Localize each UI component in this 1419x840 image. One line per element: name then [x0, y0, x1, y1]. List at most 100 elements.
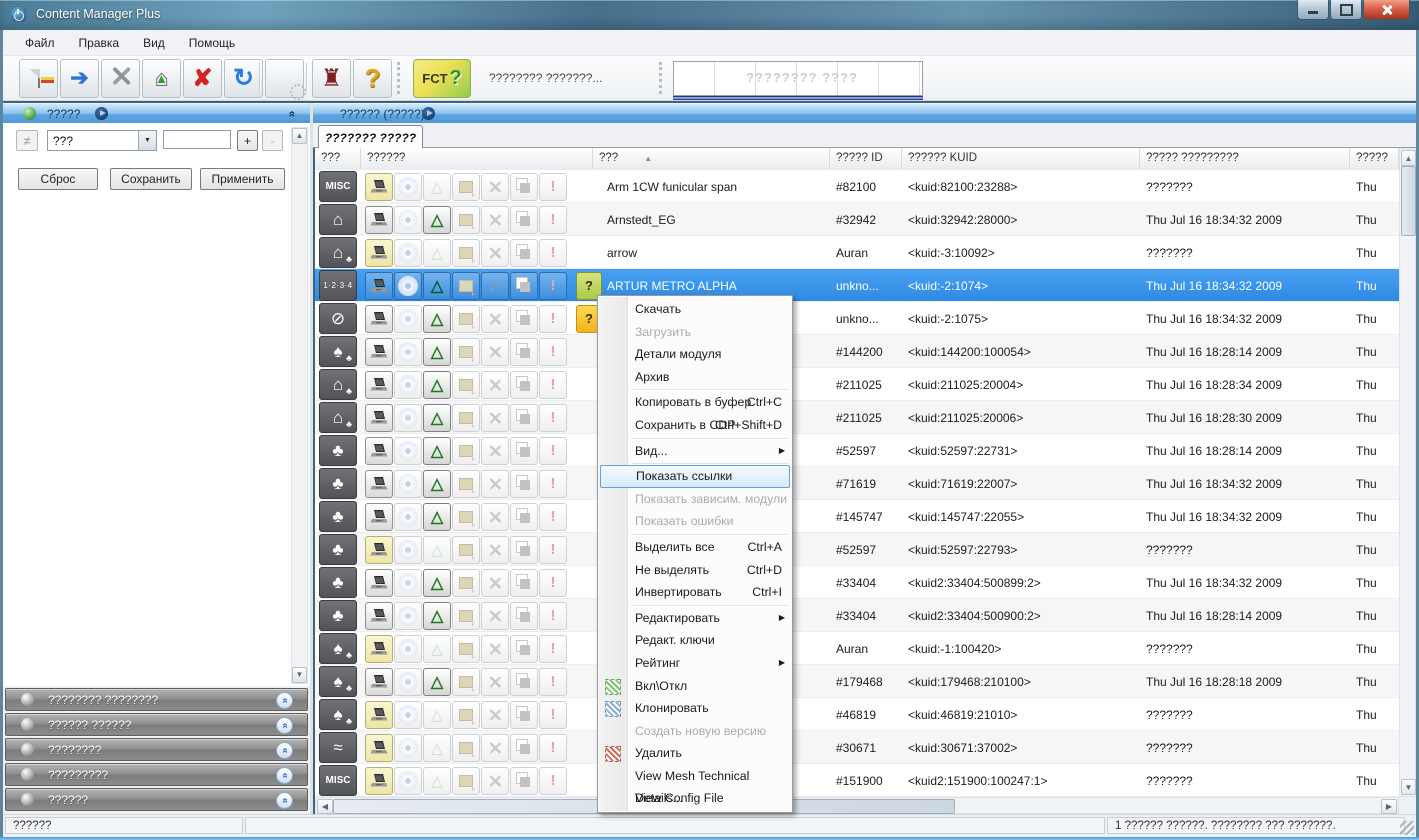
commit-button[interactable]: ➔: [60, 59, 99, 98]
column-header-0[interactable]: ???: [315, 148, 361, 169]
menubar-item-0[interactable]: Файл: [13, 32, 67, 54]
collapsed-panel-0[interactable]: ???????? ????????«: [5, 688, 308, 711]
menubar-item-2[interactable]: Вид: [131, 32, 177, 54]
filter-collapse-chevron-icon[interactable]: «: [286, 111, 300, 118]
context-menu-item-0[interactable]: Скачать: [598, 298, 792, 321]
context-menu-item-15[interactable]: Не выделятьCtrl+D: [598, 559, 792, 582]
horizontal-scrollbar[interactable]: ◀ ▶: [315, 797, 1399, 814]
table-row[interactable]: MISC△↓!Arm 1CW funicular span#82100<kuid…: [315, 170, 1399, 203]
vertical-scroll-thumb[interactable]: [1401, 166, 1416, 236]
table-row[interactable]: ♣△↓!#71619<kuid:71619:22007>Thu Jul 16 1…: [315, 467, 1399, 500]
filter-apply-button[interactable]: Применить: [200, 168, 285, 190]
menubar-item-1[interactable]: Правка: [67, 32, 132, 54]
collapsed-panel-4[interactable]: ??????«: [5, 788, 308, 811]
new-document-button[interactable]: [19, 59, 58, 98]
table-row[interactable]: ♠♣△↓!#179468<kuid:179468:210100>Thu Jul …: [315, 665, 1399, 698]
collapsed-panel-2[interactable]: ????????«: [5, 738, 308, 761]
column-header-4[interactable]: ?????? KUID: [902, 148, 1140, 169]
title-bar[interactable]: Content Manager Plus: [0, 0, 1419, 30]
table-row[interactable]: ⊘△↓!?unkno...<kuid:-2:1075>Thu Jul 16 18…: [315, 302, 1399, 335]
collapsed-panel-3[interactable]: ?????????«: [5, 763, 308, 786]
filter-value-input[interactable]: [163, 130, 231, 149]
table-row[interactable]: ⌂♣△↓!#211025<kuid:211025:20004>Thu Jul 1…: [315, 368, 1399, 401]
vertical-scrollbar[interactable]: ▲ ▼: [1399, 148, 1416, 797]
context-menu-item-20[interactable]: Рейтинг▶: [598, 652, 792, 675]
minimize-button[interactable]: [1297, 0, 1329, 20]
expand-chevron-button[interactable]: «: [276, 717, 293, 734]
scroll-down-icon[interactable]: ▼: [1401, 779, 1416, 795]
table-row[interactable]: ♣△↓!#52597<kuid:52597:22731>Thu Jul 16 1…: [315, 434, 1399, 467]
filter-panel-header[interactable]: ????? «: [3, 103, 310, 125]
menubar-item-3[interactable]: Помощь: [177, 32, 247, 54]
scroll-right-icon[interactable]: ▶: [1381, 799, 1397, 814]
context-menu-item-14[interactable]: Выделить всеCtrl+A: [598, 536, 792, 559]
context-menu-item-3[interactable]: Архив: [598, 366, 792, 389]
scroll-down-icon[interactable]: ▼: [292, 667, 307, 683]
refresh-button[interactable]: ↻: [224, 59, 263, 98]
filter-remove-button[interactable]: -: [262, 130, 283, 151]
context-menu-item-16[interactable]: ИнвертироватьCtrl+I: [598, 581, 792, 604]
railway-station-button[interactable]: ♜: [312, 59, 351, 98]
column-header-2[interactable]: ???▲: [593, 148, 830, 169]
context-menu-item-8[interactable]: Вид...▶: [598, 440, 792, 463]
context-menu-item-26[interactable]: View Config File: [598, 787, 792, 810]
install-content-button[interactable]: ⌂▲: [142, 59, 181, 98]
expand-chevron-button[interactable]: «: [276, 742, 293, 759]
table-row[interactable]: ⌂♣△↓!#211025<kuid:211025:20006>Thu Jul 1…: [315, 401, 1399, 434]
content-play-icon[interactable]: [422, 107, 435, 120]
scroll-up-icon[interactable]: ▲: [1401, 150, 1416, 166]
table-row[interactable]: ♣△↓!#145747<kuid:145747:22055>Thu Jul 16…: [315, 500, 1399, 533]
table-row[interactable]: ♠♣△↓!#46819<kuid:46819:21010>???????Thu: [315, 698, 1399, 731]
filter-not-button[interactable]: ≠: [16, 130, 38, 151]
maximize-button[interactable]: [1330, 0, 1362, 20]
toolbar-drag-handle[interactable]: [397, 62, 403, 94]
close-button[interactable]: [1363, 0, 1410, 20]
tab-search-results[interactable]: ??????? ?????: [318, 125, 423, 149]
context-menu-item-22[interactable]: Клонировать: [598, 697, 792, 720]
content-panel-header[interactable]: ?????? (?????): [313, 103, 1416, 125]
context-menu-item-6[interactable]: Сохранить в CDPCtrl+Shift+D: [598, 414, 792, 437]
panel-splitter[interactable]: [310, 103, 313, 814]
filter-save-button[interactable]: Сохранить: [110, 168, 192, 190]
table-row[interactable]: ⌂△↓!Arnstedt_EG#32942<kuid:32942:28000>T…: [315, 203, 1399, 236]
context-menu-item-19[interactable]: Редакт. ключи: [598, 629, 792, 652]
filter-panel-scrollbar[interactable]: ▲ ▼: [291, 127, 308, 684]
table-row[interactable]: ♣△↓!line#33404<kuid2:33404:500900:2>Thu …: [315, 599, 1399, 632]
toolbar-drag-handle[interactable]: [659, 62, 665, 94]
search-input[interactable]: ???????? ????: [673, 61, 923, 96]
table-row[interactable]: ⌂♣△↓!arrowAuran<kuid:-3:10092>???????Thu: [315, 236, 1399, 269]
scroll-left-icon[interactable]: ◀: [317, 799, 333, 814]
context-menu-item-21[interactable]: Вкл\Откл: [598, 675, 792, 698]
resize-grip-icon[interactable]: [1400, 821, 1414, 835]
context-menu-item-18[interactable]: Редактировать▶: [598, 607, 792, 630]
context-menu-item-10[interactable]: Показать ссылки: [600, 465, 790, 488]
collapsed-panel-1[interactable]: ?????? ??????«: [5, 713, 308, 736]
column-header-6[interactable]: ?????: [1350, 148, 1399, 169]
delete-content-button[interactable]: ✘: [183, 59, 222, 98]
filter-reset-button[interactable]: Сброс: [18, 168, 98, 190]
expand-chevron-button[interactable]: «: [276, 692, 293, 709]
fct-button[interactable]: FCT ?: [413, 59, 471, 98]
table-row[interactable]: ♠♣△↓!Auran<kuid:-1:100420>???????Thu: [315, 632, 1399, 665]
chevron-down-icon[interactable]: ▼: [138, 131, 156, 150]
help-button[interactable]: ?: [353, 59, 392, 98]
table-row[interactable]: MISC△↓!#151900<kuid2:151900:100247:1>???…: [315, 764, 1399, 797]
filter-add-button[interactable]: +: [237, 130, 258, 151]
expand-chevron-button[interactable]: «: [276, 792, 293, 809]
scroll-up-icon[interactable]: ▲: [292, 128, 307, 144]
context-menu-item-2[interactable]: Детали модуля: [598, 343, 792, 366]
context-menu-item-25[interactable]: View Mesh Technical Details...: [598, 765, 792, 788]
dial-button[interactable]: [265, 59, 304, 98]
expand-chevron-button[interactable]: «: [276, 767, 293, 784]
context-menu-item-5[interactable]: Копировать в буферCtrl+C: [598, 391, 792, 414]
table-row[interactable]: 1·2·3·4△↓!?ARTUR METRO ALPHAunkno...<kui…: [315, 269, 1399, 302]
column-header-5[interactable]: ????? ?????????: [1140, 148, 1350, 169]
context-menu-item-24[interactable]: Удалить: [598, 742, 792, 765]
filter-play-icon[interactable]: [95, 107, 108, 120]
table-row[interactable]: ♣△↓!#52597<kuid:52597:22793>???????Thu: [315, 533, 1399, 566]
edit-tools-button[interactable]: [101, 59, 140, 98]
filter-field-select[interactable]: ??? ▼: [47, 130, 157, 151]
column-header-3[interactable]: ????? ID: [830, 148, 902, 169]
table-row[interactable]: ♣△↓!line#33404<kuid2:33404:500899:2>Thu …: [315, 566, 1399, 599]
table-row[interactable]: ≈△↓!#30671<kuid:30671:37002>???????Thu: [315, 731, 1399, 764]
